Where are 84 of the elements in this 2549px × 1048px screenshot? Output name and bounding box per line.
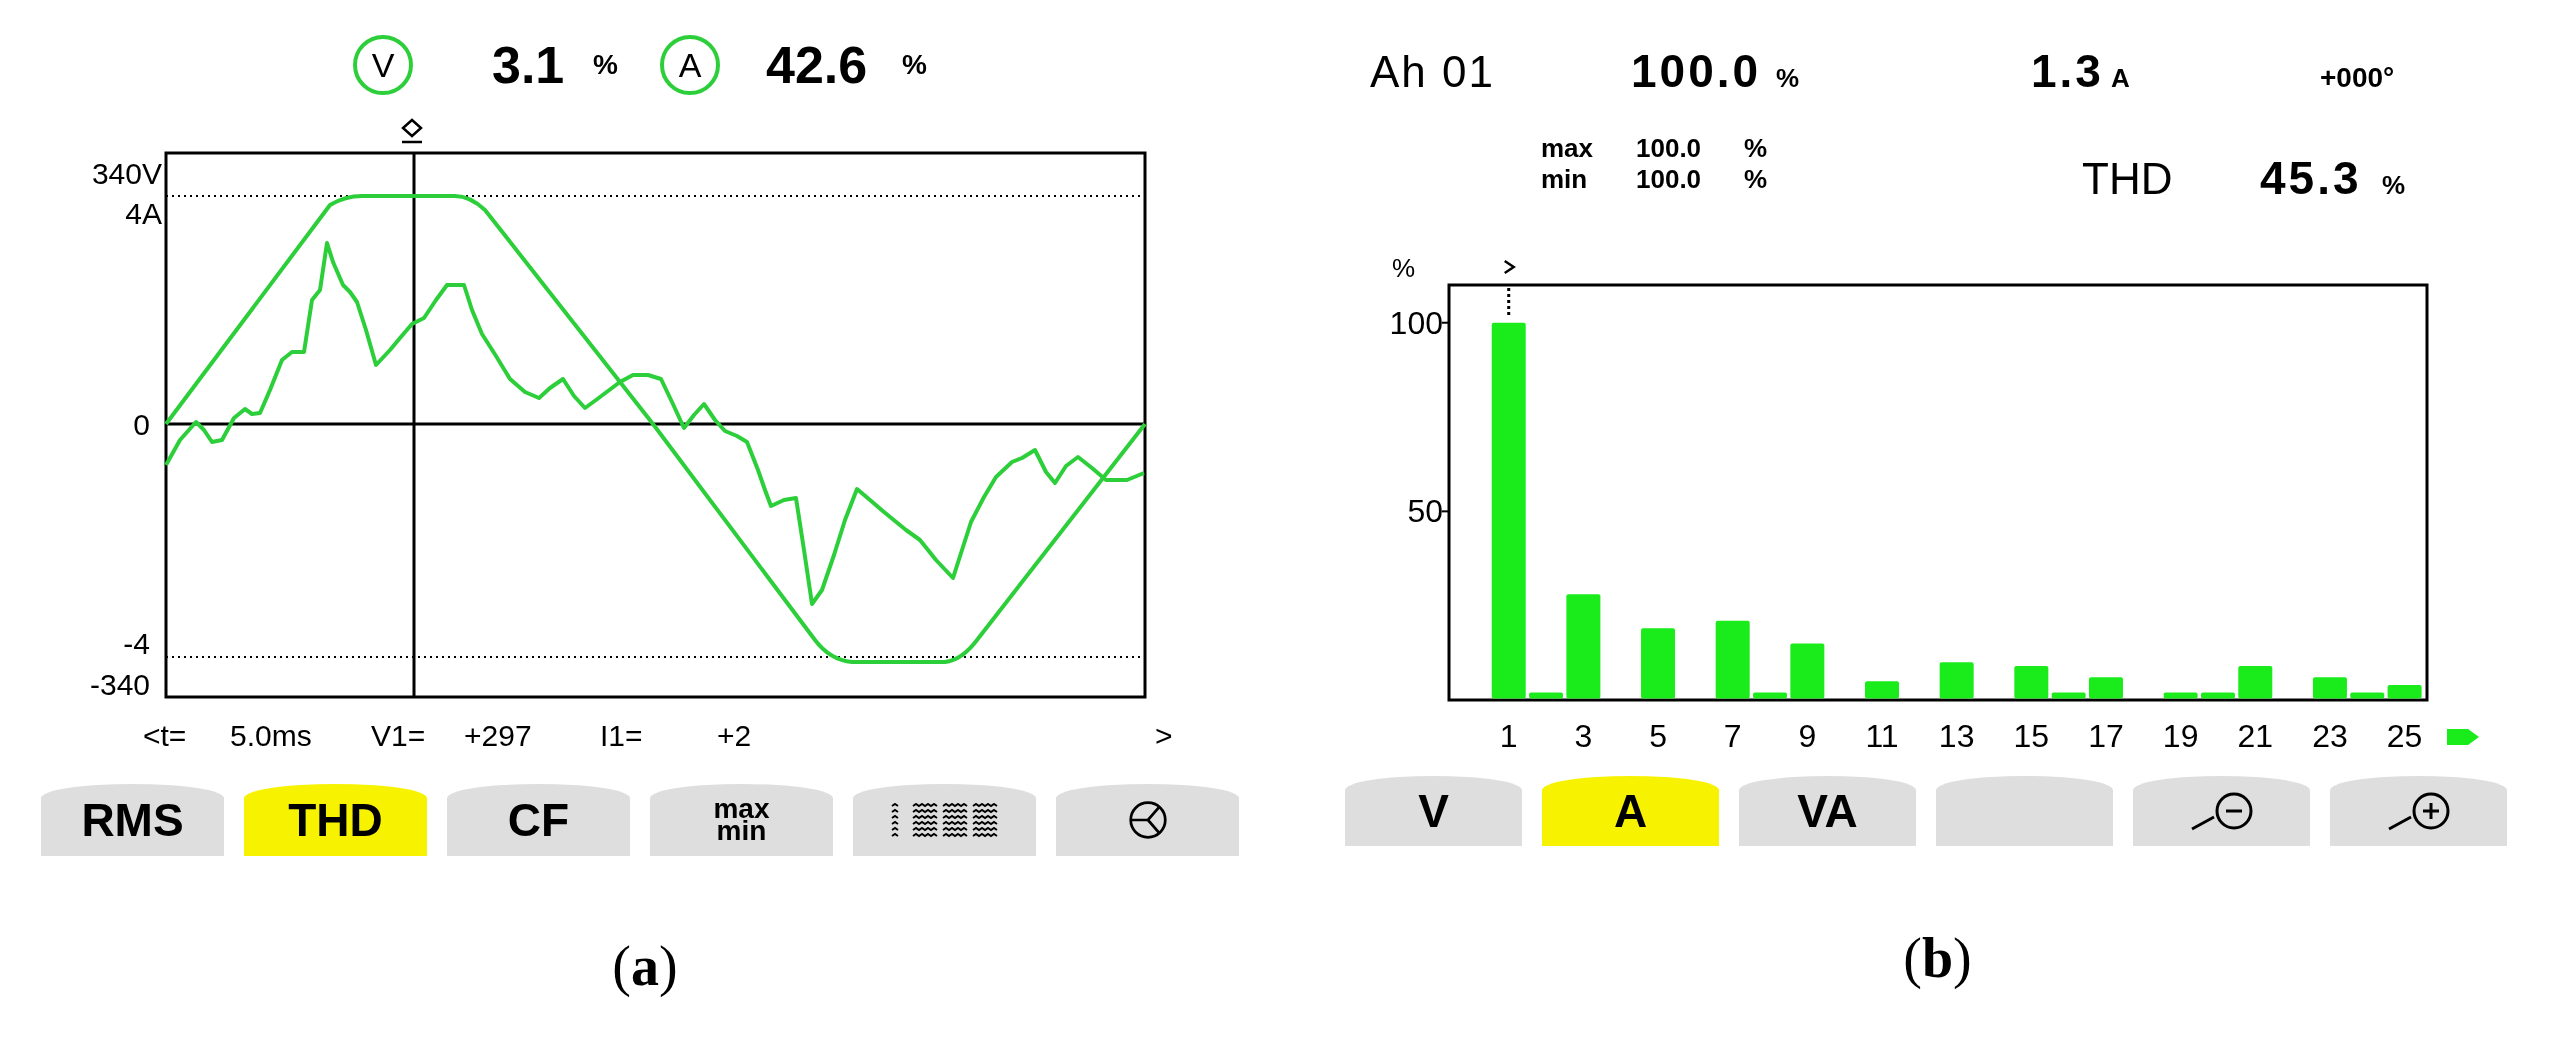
circled-channel-label: V	[353, 35, 413, 95]
phase-angle: +000°	[2320, 61, 2395, 95]
cursor-line	[1507, 288, 1511, 318]
readout-value: +2	[717, 719, 752, 754]
softkey[interactable]: CF	[447, 784, 630, 856]
x-tick-label: 25	[2386, 718, 2423, 754]
harmonic-bar	[2200, 692, 2235, 699]
thd-label: THD	[2082, 156, 2173, 202]
stat-value: 100.0	[1636, 133, 1702, 164]
unit-label: %	[1776, 62, 1800, 95]
circled-channel-label: A	[660, 35, 720, 95]
zoom-in-icon	[2386, 791, 2451, 831]
x-tick-label: 19	[2162, 718, 2199, 754]
figure-caption: (a)	[612, 934, 678, 999]
scroll-arrow-icon	[2447, 729, 2479, 745]
harmonic-bar	[1939, 662, 1974, 699]
x-tick-label: 9	[1798, 718, 1817, 754]
softkey[interactable]: VA	[1739, 776, 1916, 846]
unit-label: %	[902, 51, 927, 79]
x-tick-label: 15	[2013, 718, 2050, 754]
axis-label: -4	[123, 627, 150, 660]
harmonic-current: 1.3	[2031, 48, 2104, 94]
harmonic-percent: 100.0	[1631, 48, 1762, 94]
channel-value: 3.1	[492, 39, 565, 91]
unit-label: A	[2111, 62, 2130, 95]
readout-label: I1=	[600, 719, 643, 754]
x-tick-label: 7	[1723, 718, 1742, 754]
harmonic-number: Ah 01	[1370, 49, 1495, 95]
x-tick-label: 13	[1938, 718, 1975, 754]
softkey[interactable]	[2133, 776, 2310, 846]
stat-label: max	[1541, 133, 1594, 164]
x-tick-label: 11	[1865, 718, 1899, 754]
y-tick-label: 50	[1407, 493, 1443, 530]
axis-label: 340V	[91, 157, 162, 190]
softkey[interactable]	[853, 784, 1036, 856]
wavy-lines-icon	[891, 802, 998, 838]
thd-value: 45.3	[2260, 155, 2362, 201]
circle-spokes-icon	[1127, 800, 1168, 840]
readout-value: +297	[464, 719, 532, 754]
softkey[interactable]: V	[1345, 776, 1522, 846]
stat-value: 100.0	[1636, 164, 1702, 195]
softkey[interactable]: RMS	[41, 784, 224, 856]
readout-label: V1=	[371, 719, 426, 754]
harmonic-bar	[1641, 628, 1676, 699]
readout-value: 5.0ms	[230, 719, 312, 754]
harmonic-bar	[1529, 692, 1564, 699]
harmonic-bar	[2163, 692, 2198, 699]
softkey[interactable]: max min	[650, 784, 833, 856]
axis-label: -340	[89, 668, 150, 701]
y-axis-label: %	[1392, 253, 1416, 283]
harmonic-bar	[1753, 692, 1787, 699]
harmonic-bar	[2312, 677, 2347, 699]
softkey[interactable]	[2330, 776, 2507, 846]
harmonic-bar	[2051, 692, 2086, 699]
unit-label: %	[1744, 133, 1768, 164]
axis-label: 0	[133, 408, 150, 441]
x-tick-label: 5	[1649, 718, 1667, 754]
unit-label: %	[593, 51, 618, 79]
y-tick-label: 100	[1389, 304, 1443, 341]
harmonic-bar	[2014, 666, 2049, 699]
harmonic-bar	[2089, 677, 2123, 699]
unit-label: %	[2382, 169, 2406, 202]
softkey[interactable]: A	[1542, 776, 1719, 846]
cursor-chevron-icon	[1504, 259, 1516, 275]
figure-caption: (b)	[1903, 926, 1972, 991]
harmonic-bar	[1865, 681, 1899, 699]
harmonic-bar	[1790, 643, 1825, 699]
stat-label: min	[1541, 164, 1588, 195]
cursor-marker-icon	[401, 118, 423, 144]
harmonic-bar	[2238, 666, 2273, 699]
axis-label: 4A	[125, 197, 162, 230]
x-tick-label: 21	[2237, 718, 2274, 754]
unit-label: %	[1744, 164, 1768, 195]
softkey[interactable]: THD	[244, 784, 427, 856]
readout-label: <t=	[143, 719, 187, 754]
harmonic-bar	[2350, 692, 2385, 699]
channel-value: 42.6	[766, 39, 868, 91]
softkey[interactable]	[1056, 784, 1239, 856]
x-tick-label: 1	[1499, 718, 1518, 754]
x-tick-label: 23	[2312, 718, 2348, 754]
x-tick-label: 17	[2088, 718, 2124, 754]
scroll-right-indicator: >	[1155, 719, 1173, 754]
x-tick-label: 3	[1574, 718, 1593, 754]
zoom-out-icon	[2189, 791, 2254, 831]
